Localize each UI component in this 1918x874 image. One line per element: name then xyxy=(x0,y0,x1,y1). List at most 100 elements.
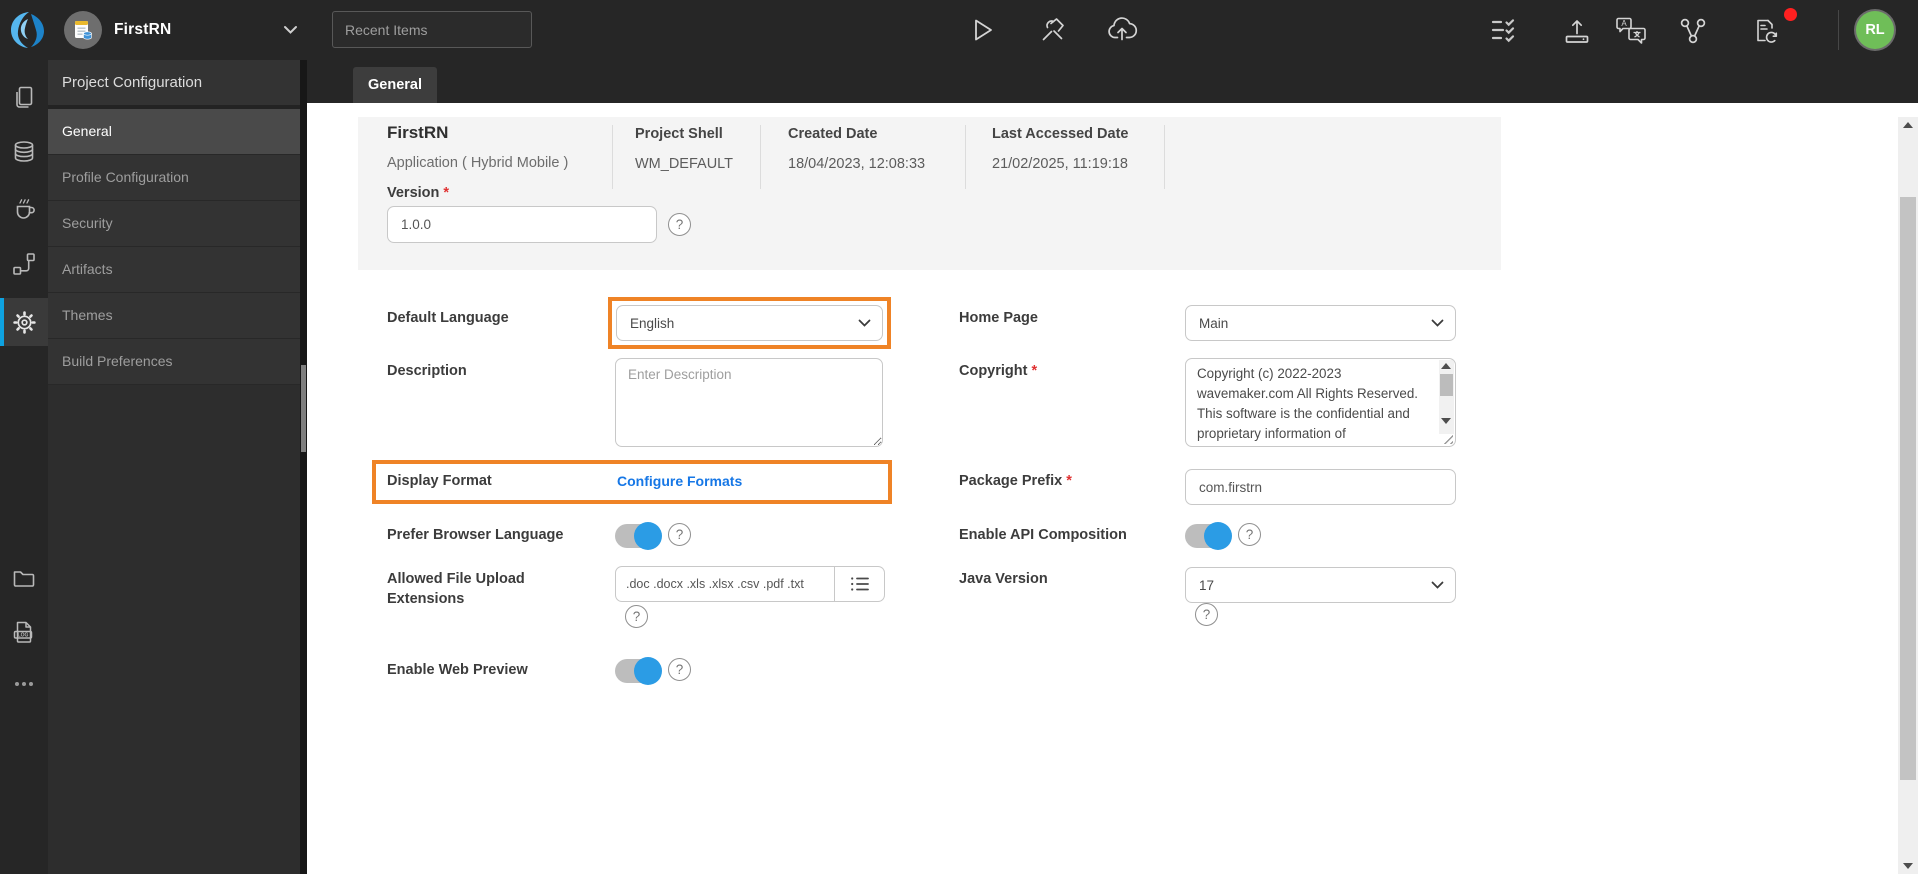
java-version-select[interactable]: 17 xyxy=(1185,567,1456,603)
top-bar: FirstRN Recent Items A RL xyxy=(0,0,1918,60)
enable-web-preview-toggle[interactable] xyxy=(615,657,662,685)
svg-text:LOG: LOG xyxy=(18,632,29,638)
sidebar-item-security[interactable]: Security xyxy=(48,201,300,247)
checklist-icon xyxy=(1491,19,1515,43)
chevron-down-icon xyxy=(284,26,297,34)
default-language-value: English xyxy=(630,315,675,331)
project-summary-panel: FirstRN Application ( Hybrid Mobile ) Pr… xyxy=(358,117,1501,270)
home-page-select[interactable]: Main xyxy=(1185,305,1456,341)
version-control-icon xyxy=(1680,18,1706,44)
user-avatar[interactable]: RL xyxy=(1856,11,1894,49)
recent-items-input[interactable] xyxy=(332,11,532,48)
java-services-icon xyxy=(16,198,35,219)
allowed-file-upload-extensions-label: Allowed File Upload Extensions xyxy=(387,571,525,607)
cloud-upload-icon xyxy=(1108,17,1138,41)
rail-item-settings[interactable] xyxy=(0,298,48,346)
files-icon xyxy=(13,571,35,587)
sidebar-title: Project Configuration xyxy=(48,60,300,109)
project-name[interactable]: FirstRN xyxy=(114,0,171,60)
project-switcher[interactable] xyxy=(283,25,298,35)
sidebar-item-build-preferences[interactable]: Build Preferences xyxy=(48,339,300,385)
enable-web-preview-help-icon[interactable]: ? xyxy=(668,658,691,681)
configure-formats-link[interactable]: Configure Formats xyxy=(617,471,742,491)
version-help-icon[interactable]: ? xyxy=(668,213,691,236)
sidebar-item-artifacts[interactable]: Artifacts xyxy=(48,247,300,293)
home-page-label: Home Page xyxy=(959,310,1038,326)
summary-divider xyxy=(1164,125,1165,189)
main-area: General FirstRN Application ( Hybrid Mob… xyxy=(307,60,1918,874)
sidebar-scrollbar-thumb[interactable] xyxy=(301,365,306,452)
header-divider xyxy=(1838,10,1839,50)
allowed-extensions-help-icon[interactable]: ? xyxy=(625,605,648,628)
extensions-list-button[interactable] xyxy=(835,566,885,602)
rail-item-more[interactable] xyxy=(0,662,48,706)
scroll-down-icon[interactable] xyxy=(1441,418,1451,424)
version-label: Version xyxy=(387,183,449,203)
translate-button[interactable]: A xyxy=(1614,15,1648,45)
enable-api-composition-help-icon[interactable]: ? xyxy=(1238,523,1261,546)
default-language-label: Default Language xyxy=(387,310,509,326)
prefer-browser-language-label: Prefer Browser Language xyxy=(387,527,564,543)
sidebar-scrollbar[interactable] xyxy=(300,60,307,874)
summary-divider xyxy=(965,125,966,189)
version-input[interactable] xyxy=(387,206,657,243)
rail-item-logs[interactable]: LOG xyxy=(0,610,48,654)
java-version-help-icon[interactable]: ? xyxy=(1195,603,1218,626)
checklist-button[interactable] xyxy=(1490,17,1518,43)
rail-item-files[interactable] xyxy=(0,556,48,600)
project-type: Application ( Hybrid Mobile ) xyxy=(387,155,569,171)
enable-api-composition-toggle[interactable] xyxy=(1185,522,1232,550)
list-icon xyxy=(850,577,869,591)
enable-api-composition-label: Enable API Composition xyxy=(959,527,1127,543)
scroll-up-icon[interactable] xyxy=(1441,363,1451,369)
icon-rail: LOG xyxy=(0,60,48,874)
allowed-extensions-input[interactable] xyxy=(615,566,835,602)
tab-general[interactable]: General xyxy=(353,67,437,103)
run-button[interactable] xyxy=(970,16,996,44)
sidebar-item-general[interactable]: General xyxy=(48,109,300,155)
pages-icon xyxy=(15,86,32,108)
project-avatar[interactable] xyxy=(64,11,102,49)
default-language-select[interactable]: English xyxy=(616,305,883,341)
rail-item-java-services[interactable] xyxy=(0,186,48,230)
prefer-browser-language-help-icon[interactable]: ? xyxy=(668,523,691,546)
home-page-value: Main xyxy=(1199,315,1229,331)
description-textarea[interactable] xyxy=(615,358,883,447)
package-prefix-input[interactable] xyxy=(1185,469,1456,505)
copyright-textarea[interactable]: Copyright (c) 2022-2023 wavemaker.com Al… xyxy=(1185,358,1456,447)
rail-item-pages[interactable] xyxy=(0,75,48,119)
sidebar-item-themes[interactable]: Themes xyxy=(48,293,300,339)
general-settings-content: FirstRN Application ( Hybrid Mobile ) Pr… xyxy=(307,103,1918,874)
toggle-knob xyxy=(634,522,662,550)
logs-icon: LOG xyxy=(13,621,33,643)
database-icon xyxy=(14,141,34,162)
prefer-browser-language-toggle[interactable] xyxy=(615,522,662,550)
chevron-down-icon xyxy=(858,319,871,327)
enable-web-preview-label: Enable Web Preview xyxy=(387,662,528,678)
notification-dot xyxy=(1784,8,1797,21)
tools-icon xyxy=(1042,18,1064,41)
wavemaker-studio-screen: FirstRN Recent Items A RL LOG Project Co… xyxy=(0,0,1918,874)
tab-bar: General xyxy=(307,60,1918,103)
last-accessed-date-label: Last Accessed Date xyxy=(992,126,1129,142)
copyright-scrollbar[interactable] xyxy=(1439,360,1454,434)
page-scrollbar[interactable] xyxy=(1898,117,1918,874)
sync-button[interactable] xyxy=(1750,16,1780,46)
export-button[interactable] xyxy=(1562,16,1592,46)
rail-item-apis[interactable] xyxy=(0,242,48,286)
last-accessed-date-value: 21/02/2025, 11:19:18 xyxy=(992,156,1128,172)
created-date-value: 18/04/2023, 12:08:33 xyxy=(788,156,926,172)
copyright-scrollbar-thumb[interactable] xyxy=(1440,374,1453,396)
scroll-up-icon[interactable] xyxy=(1903,122,1913,128)
scroll-down-icon[interactable] xyxy=(1903,863,1913,869)
chevron-down-icon xyxy=(1431,319,1444,327)
deploy-button[interactable] xyxy=(1106,15,1138,43)
page-scrollbar-thumb[interactable] xyxy=(1900,197,1916,780)
apis-icon xyxy=(13,253,35,275)
rail-item-database[interactable] xyxy=(0,130,48,174)
developer-tools-button[interactable] xyxy=(1038,15,1068,45)
sidebar-item-profile-configuration[interactable]: Profile Configuration xyxy=(48,155,300,201)
wavemaker-logo[interactable] xyxy=(8,10,48,50)
copyright-text: Copyright (c) 2022-2023 wavemaker.com Al… xyxy=(1197,366,1425,441)
version-control-button[interactable] xyxy=(1678,16,1708,46)
